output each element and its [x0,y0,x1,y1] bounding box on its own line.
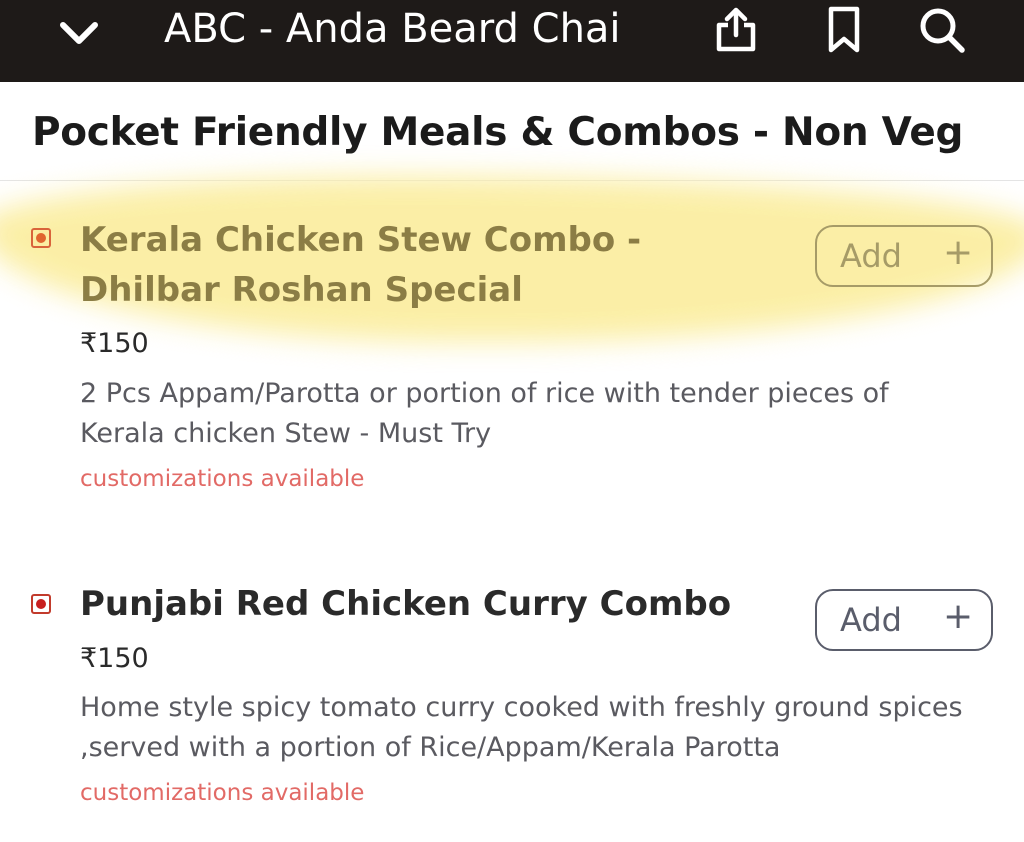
item-description: 2 Pcs Appam/Parotta or portion of rice w… [80,378,889,449]
top-bar: ABC - Anda Beard Chai [0,0,1024,82]
item-name: Punjabi Red Chicken Curry Combo [80,584,732,624]
search-icon [920,8,965,53]
customizations-label: customizations available [80,466,365,492]
share-button[interactable] [710,4,762,56]
non-veg-icon [31,228,51,248]
add-label: Add [840,237,902,275]
non-veg-icon [31,594,51,614]
item-price: ₹150 [80,643,149,674]
add-label: Add [840,601,902,639]
bookmark-button[interactable] [818,4,870,56]
item-description: Home style spicy tomato curry cooked wit… [80,692,963,763]
bookmark-icon [828,6,860,53]
item-price: ₹150 [80,328,149,359]
plus-icon: + [943,232,974,273]
back-button[interactable] [54,14,104,54]
share-icon [716,7,756,52]
item-name: Kerala Chicken Stew Combo - Dhilbar Rosh… [80,220,642,310]
add-button[interactable]: Add + [815,225,993,287]
customizations-label: customizations available [80,780,365,806]
restaurant-title: ABC - Anda Beard Chai [164,6,621,52]
section-title: Pocket Friendly Meals & Combos - Non Veg [32,110,964,155]
add-button[interactable]: Add + [815,589,993,651]
chevron-down-icon [60,22,98,44]
plus-icon: + [943,596,974,637]
search-button[interactable] [916,4,968,56]
